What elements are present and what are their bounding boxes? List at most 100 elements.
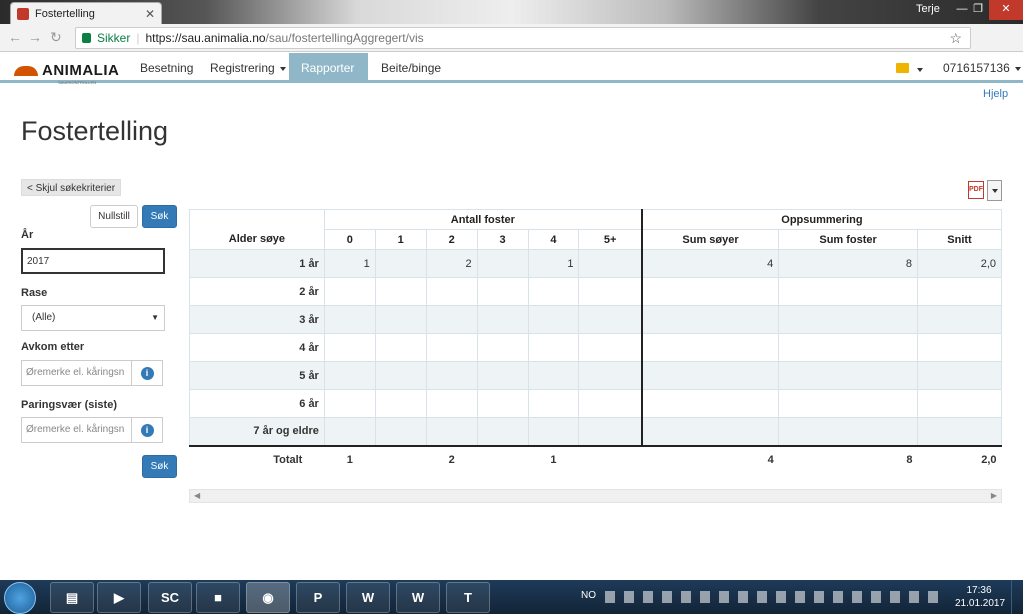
row-header: 5 år [189, 361, 325, 390]
clock[interactable]: 17:36 21.01.2017 [955, 584, 1005, 610]
chrome-icon[interactable]: ◉ [246, 582, 290, 613]
table-cell [476, 305, 529, 334]
taskbar-app-publisher[interactable]: W [346, 582, 390, 613]
column-header: 2 [425, 229, 478, 250]
table-cell [578, 333, 643, 362]
search-button-top[interactable]: Søk [142, 205, 177, 228]
table-cell [640, 305, 780, 334]
table-row: 7 år og eldre [189, 417, 1002, 447]
horizontal-scrollbar[interactable]: ◀ ▶ [189, 489, 1002, 503]
table-cell [578, 305, 643, 334]
column-header: 1 [374, 229, 427, 250]
nav-item-registrering[interactable]: Registrering [198, 53, 298, 83]
nav-item-besetning[interactable]: Besetning [128, 53, 205, 83]
help-link[interactable]: Hjelp [983, 88, 1008, 100]
total-label: Totalt [273, 454, 303, 466]
table-cell: 1 [527, 249, 580, 278]
account-menu[interactable]: 0716157136 [943, 53, 1021, 83]
ram-input[interactable]: Øremerke el. kåringsn [21, 417, 132, 443]
url-field[interactable]: Sikker | https://sau.animalia.no/sau/fos… [75, 27, 971, 49]
table-cell [476, 389, 529, 418]
year-input[interactable]: 2017 [21, 248, 165, 274]
show-desktop-button[interactable] [1011, 580, 1023, 614]
table-cell [640, 277, 780, 306]
windows-start-icon[interactable] [4, 582, 36, 614]
taskbar-app-powerpoint[interactable]: P [296, 582, 340, 613]
forward-icon[interactable]: → [28, 29, 42, 45]
total-row: Totalt 1 2 1 4 8 2,0 [190, 446, 1002, 474]
total-cell [375, 446, 426, 474]
total-cell: 1 [550, 454, 557, 466]
animalia-favicon-icon [17, 7, 29, 20]
back-icon[interactable]: ← [8, 29, 22, 45]
logo-mark-icon [14, 65, 38, 76]
page-title: Fostertelling [21, 116, 169, 146]
system-tray-icons[interactable] [605, 591, 945, 603]
table-cell [527, 277, 580, 306]
table-cell: 2 [425, 249, 478, 278]
offspring-input[interactable]: Øremerke el. kåringsn [21, 360, 132, 386]
browser-profile-name[interactable]: Terje [916, 3, 940, 15]
taskbar-app-sc[interactable]: SC [148, 582, 192, 613]
table-cell [640, 361, 780, 390]
table-cell [527, 361, 580, 390]
taskbar-app-t[interactable]: T [446, 582, 490, 613]
column-header: 5+ [578, 229, 643, 250]
nav-item-beite-binge[interactable]: Beite/binge [369, 53, 453, 83]
table-cell [425, 389, 478, 418]
animalia-logo[interactable]: ANIMALIA [14, 62, 119, 79]
pdf-icon[interactable]: PDF [968, 181, 984, 199]
offspring-label: Avkom etter [21, 341, 85, 353]
word-icon[interactable]: W [396, 582, 440, 613]
table-cell [323, 361, 376, 390]
table-row: 6 år [189, 389, 1002, 418]
browser-tab[interactable]: Fostertelling ✕ [10, 2, 162, 24]
offspring-info-button[interactable]: i [131, 360, 163, 386]
explorer-icon[interactable]: ▤ [50, 582, 94, 613]
browser-titlebar: Fostertelling ✕ Terje — ❐ ✕ [0, 0, 1023, 24]
close-window-icon[interactable]: ✕ [989, 0, 1023, 20]
scroll-right-icon[interactable]: ▶ [991, 491, 997, 500]
column-header: 3 [476, 229, 529, 250]
table-cell [640, 389, 780, 418]
column-header: Sum foster [778, 229, 918, 250]
total-cell: 1 [346, 454, 353, 466]
hide-criteria-button[interactable]: < Skjul søkekriterier [21, 179, 122, 196]
table-cell [374, 333, 427, 362]
media-player-icon[interactable]: ▶ [97, 582, 141, 613]
breed-select[interactable]: (Alle) ▼ [21, 305, 165, 331]
chevron-down-icon [306, 96, 312, 101]
pdf-dropdown-button[interactable] [987, 180, 1002, 201]
nav-item-rapporter[interactable]: Rapporter [289, 53, 368, 101]
close-tab-icon[interactable]: ✕ [145, 7, 155, 21]
column-header: 0 [323, 229, 376, 250]
row-header: 3 år [189, 305, 325, 334]
table-cell [425, 333, 478, 362]
reload-icon[interactable]: ↻ [50, 29, 62, 46]
table-cell [578, 417, 643, 447]
search-button-bottom[interactable]: Søk [142, 455, 177, 478]
chevron-down-icon[interactable] [917, 68, 923, 72]
table-cell [323, 305, 376, 334]
bookmark-star-icon[interactable]: ☆ [949, 30, 962, 47]
minecraft-icon[interactable]: ■ [196, 582, 240, 613]
table-cell [374, 305, 427, 334]
folder-icon[interactable] [896, 63, 909, 73]
tab-title: Fostertelling [35, 7, 95, 20]
scroll-left-icon[interactable]: ◀ [194, 491, 200, 500]
table-cell [425, 277, 478, 306]
table-cell [527, 333, 580, 362]
total-cell: 2,0 [981, 454, 997, 466]
ram-info-button[interactable]: i [131, 417, 163, 443]
restore-icon[interactable]: ❐ [966, 0, 990, 20]
table-cell [917, 417, 1002, 447]
url-separator: | [136, 31, 140, 45]
language-indicator[interactable]: NO [581, 590, 596, 601]
lock-icon [82, 33, 91, 43]
reset-button[interactable]: Nullstill [90, 205, 138, 228]
table-row: 3 år [189, 305, 1002, 334]
table-cell [374, 389, 427, 418]
table-cell [374, 249, 427, 278]
logo-text: ANIMALIA [42, 62, 120, 79]
table-row: 5 år [189, 361, 1002, 390]
